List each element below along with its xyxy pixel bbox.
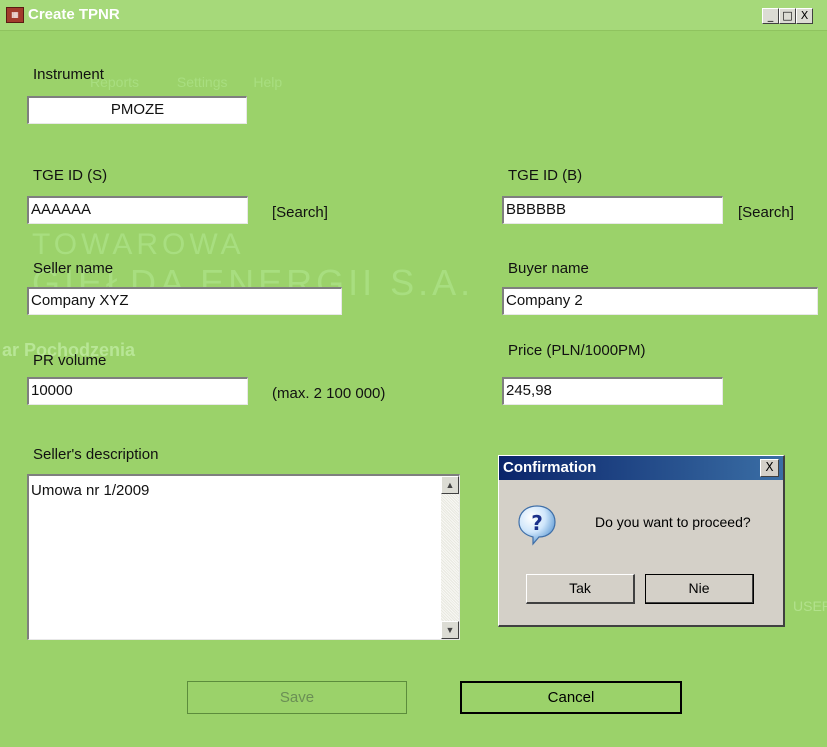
- dialog-title: Confirmation: [503, 459, 597, 476]
- buyer-id-field[interactable]: BBBBBB: [502, 196, 723, 224]
- seller-search-link[interactable]: [Search]: [272, 204, 328, 221]
- ghost-user: USER: [793, 598, 827, 614]
- description-label: Seller's description: [33, 446, 159, 463]
- ghost-brand-line1: TOWAROWA: [32, 228, 245, 261]
- description-scrollbar[interactable]: ▲ ▼: [441, 476, 459, 639]
- minimize-button[interactable]: _: [762, 8, 779, 24]
- save-button[interactable]: Save: [187, 681, 407, 714]
- no-button[interactable]: Nie: [645, 574, 754, 604]
- question-icon: ?: [518, 505, 556, 546]
- scroll-up-icon[interactable]: ▲: [441, 476, 459, 494]
- price-field[interactable]: 245,98: [502, 377, 723, 405]
- title-bar[interactable]: ▦ Create TPNR _ □ X: [0, 0, 827, 31]
- close-button[interactable]: X: [796, 8, 813, 24]
- cancel-button[interactable]: Cancel: [460, 681, 682, 714]
- buyer-search-link[interactable]: [Search]: [738, 204, 794, 221]
- buyer-id-label: TGE ID (B): [508, 167, 583, 184]
- description-text: Umowa nr 1/2009: [31, 482, 150, 499]
- seller-id-field[interactable]: AAAAAA: [27, 196, 248, 224]
- create-tpnr-window: Reports Settings Help TOWAROWA GIEŁDA EN…: [0, 0, 827, 747]
- confirmation-dialog: Confirmation X ? Do you want to proceed?…: [498, 455, 785, 627]
- dialog-message: Do you want to proceed?: [595, 514, 751, 530]
- seller-name-field[interactable]: Company XYZ: [27, 287, 342, 315]
- volume-max-note: (max. 2 100 000): [272, 385, 386, 402]
- svg-text:?: ?: [531, 511, 543, 535]
- window-title: Create TPNR: [28, 6, 120, 23]
- seller-id-label: TGE ID (S): [33, 167, 108, 184]
- scroll-down-icon[interactable]: ▼: [441, 621, 459, 639]
- app-icon: ▦: [6, 7, 24, 23]
- volume-field[interactable]: 10000: [27, 377, 248, 405]
- volume-label: PR volume: [33, 352, 107, 369]
- instrument-field[interactable]: PMOZE: [27, 96, 247, 124]
- buyer-name-label: Buyer name: [508, 260, 589, 277]
- buyer-name-field[interactable]: Company 2: [502, 287, 818, 315]
- description-textarea[interactable]: Umowa nr 1/2009 ▲ ▼: [27, 474, 460, 640]
- dialog-close-button[interactable]: X: [760, 459, 779, 477]
- dialog-title-bar[interactable]: Confirmation X: [499, 456, 783, 480]
- price-label: Price (PLN/1000PM): [508, 342, 646, 359]
- seller-name-label: Seller name: [33, 260, 114, 277]
- maximize-button[interactable]: □: [779, 8, 796, 24]
- instrument-label: Instrument: [33, 66, 104, 83]
- yes-button[interactable]: Tak: [526, 574, 635, 604]
